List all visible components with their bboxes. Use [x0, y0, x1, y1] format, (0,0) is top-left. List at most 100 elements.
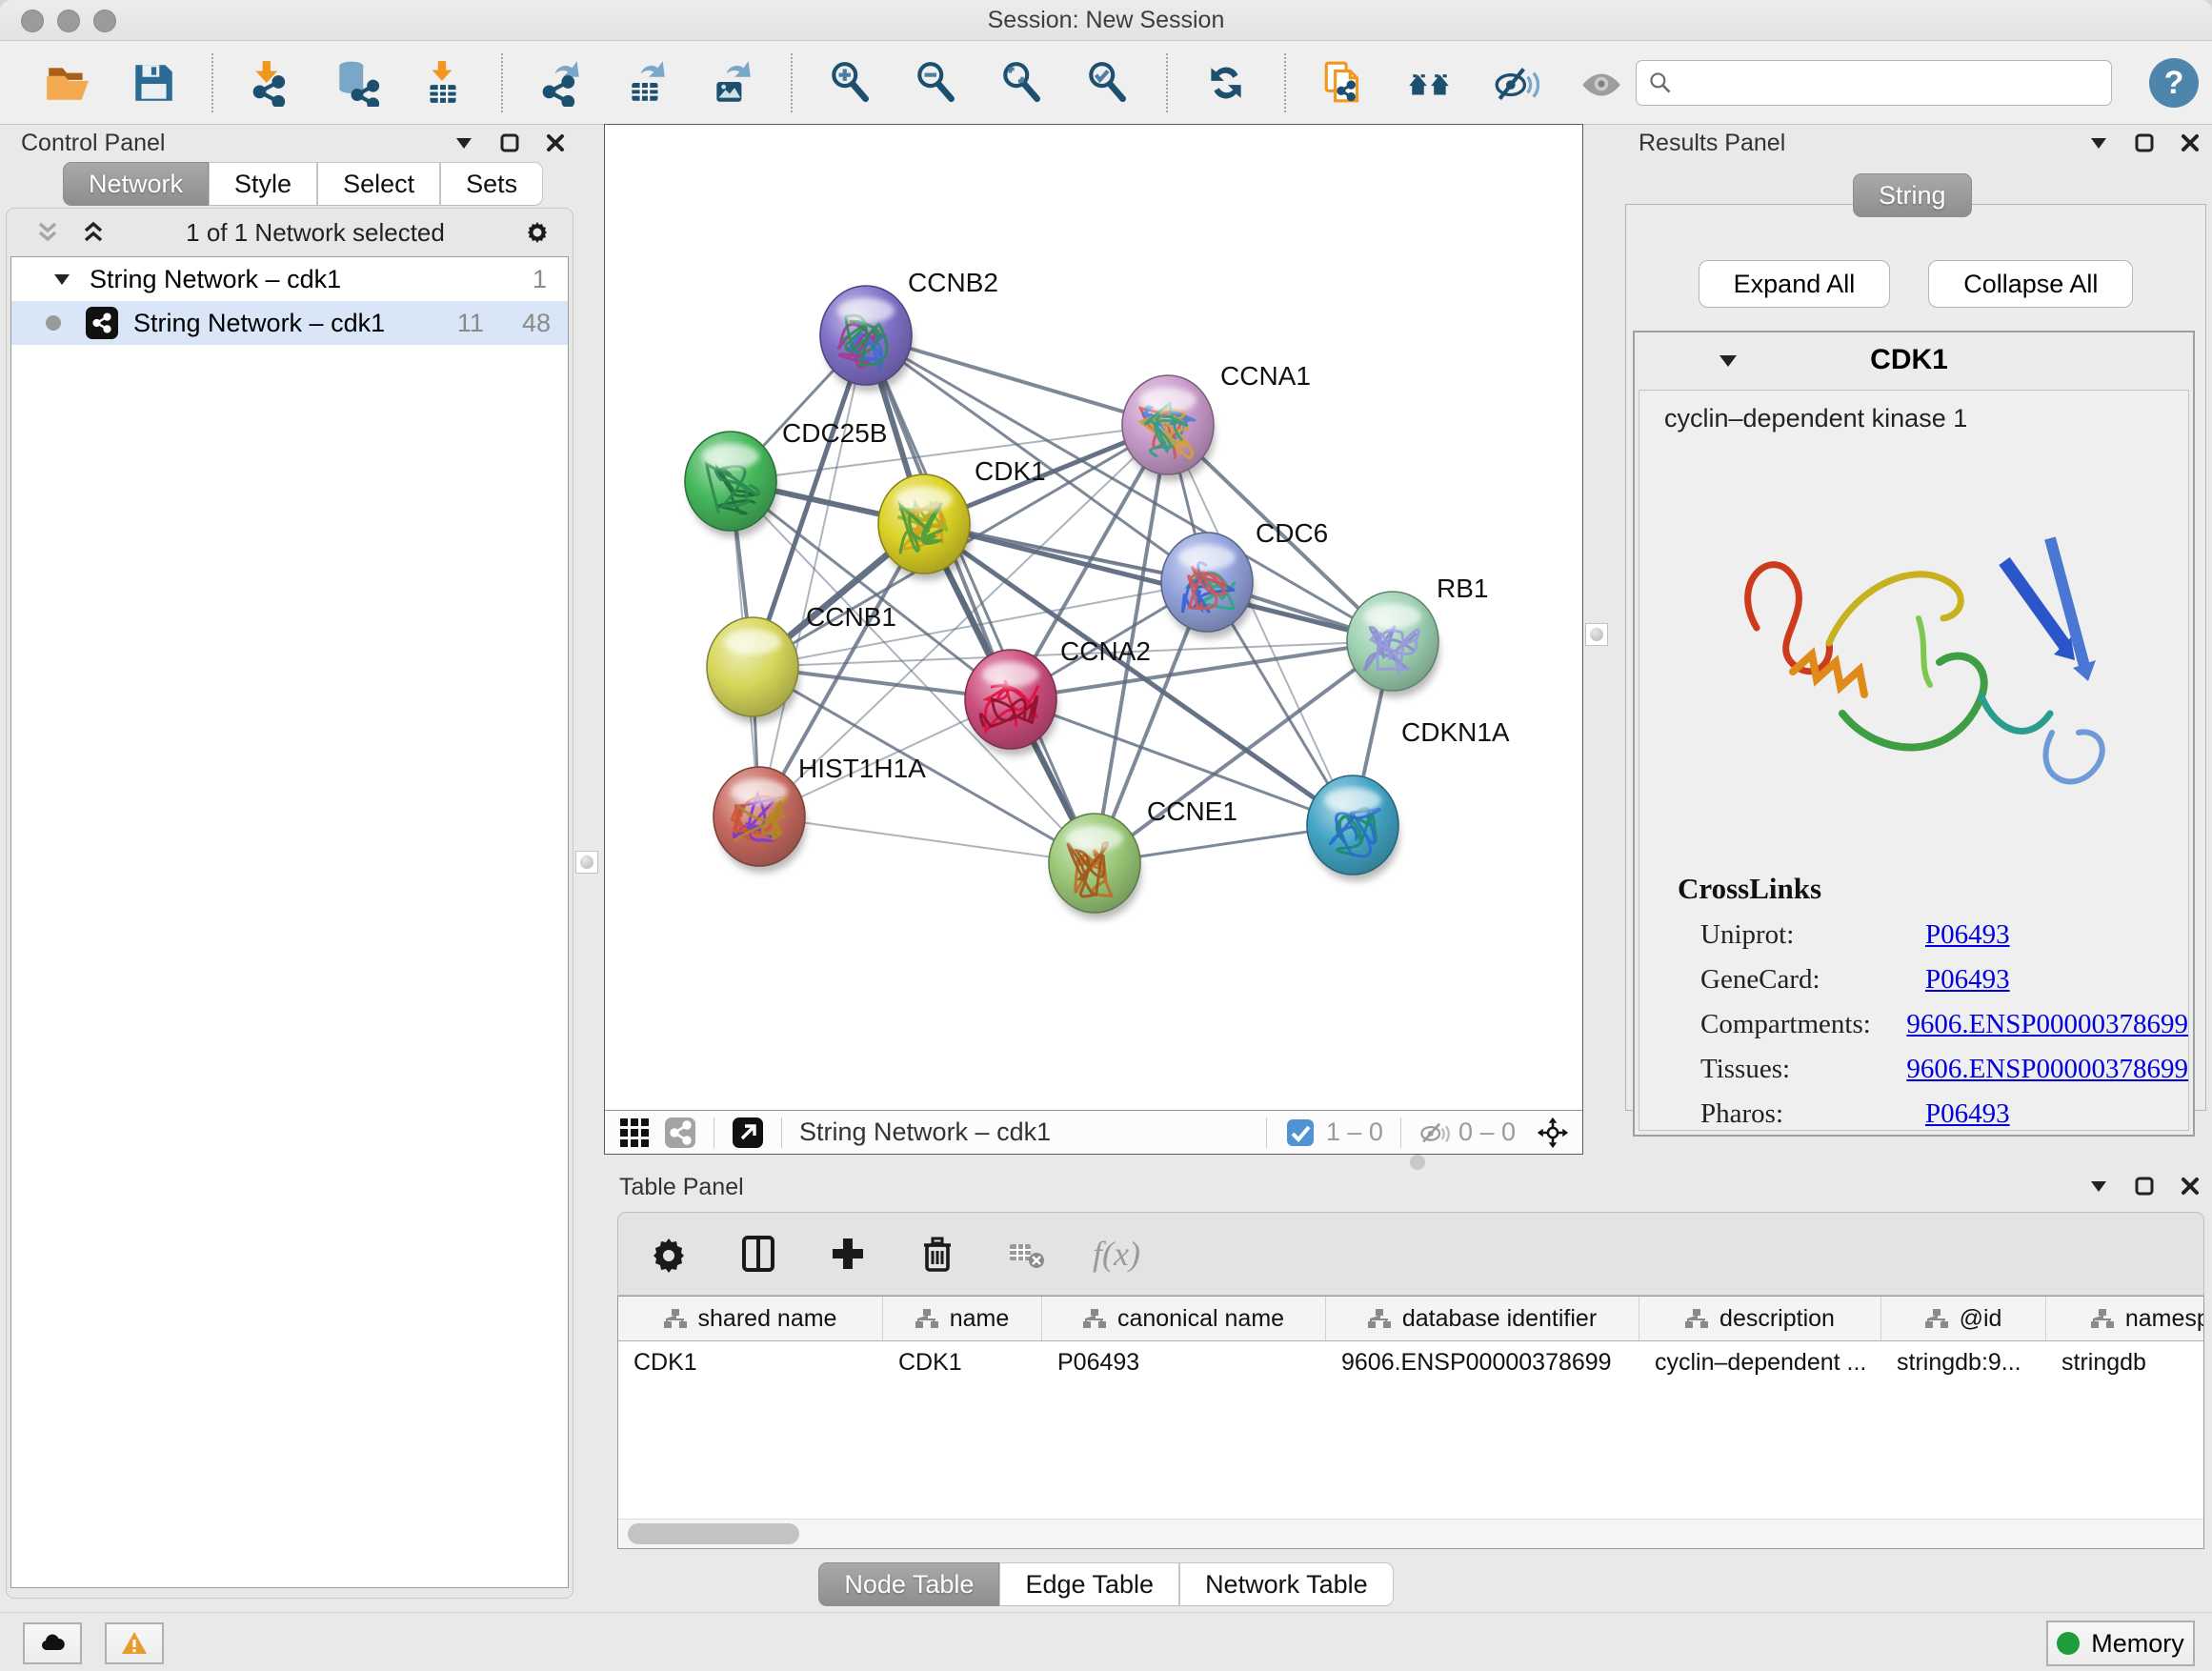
column-header-shared-name[interactable]: shared name [618, 1297, 883, 1340]
search-input[interactable] [1680, 69, 2111, 97]
tab-sets[interactable]: Sets [440, 162, 543, 206]
crosslink-link[interactable]: 9606.ENSP00000378699 [1906, 1009, 2188, 1040]
copy-network-button[interactable] [1317, 56, 1371, 110]
column-header-description[interactable]: description [1639, 1297, 1881, 1340]
network-graph[interactable]: CCNB2CCNA1CDC25BCDK1CDC6RB1CCNB1CCNA2CDK… [605, 125, 1582, 1111]
tab-style[interactable]: Style [209, 162, 317, 206]
hide-selected-button[interactable] [1489, 56, 1542, 110]
network-node-cdkn1a[interactable]: CDKN1A [1307, 717, 1510, 881]
open-session-button[interactable] [41, 56, 94, 110]
import-table-button[interactable] [416, 56, 470, 110]
column-header-namespace[interactable]: namespace [2046, 1297, 2204, 1340]
panel-close-icon[interactable] [545, 132, 566, 153]
hidden-eye-slash-icon[interactable] [1418, 1117, 1451, 1149]
table-cell[interactable]: stringdb [2046, 1341, 2204, 1383]
network-node-ccne1[interactable]: CCNE1 [1049, 796, 1237, 919]
fit-selected-crosshair-icon[interactable] [1537, 1117, 1569, 1149]
horizontal-splitter-handle[interactable] [1410, 1155, 1425, 1170]
table-cell[interactable]: stringdb:9... [1881, 1341, 2046, 1383]
table-cell[interactable]: 9606.ENSP00000378699 [1326, 1341, 1639, 1383]
tab-network[interactable]: Network [63, 162, 209, 206]
network-edge[interactable] [759, 335, 866, 816]
zoom-in-button[interactable] [824, 56, 877, 110]
column-header-name[interactable]: name [883, 1297, 1042, 1340]
first-neighbors-button[interactable] [1403, 56, 1457, 110]
network-node-cdk1[interactable]: CDK1 [878, 456, 1046, 580]
panel-menu-icon[interactable] [2088, 132, 2109, 153]
crosslink-link[interactable]: 9606.ENSP00000378699 [1906, 1054, 2188, 1085]
refresh-view-button[interactable] [1199, 56, 1253, 110]
network-edge[interactable] [759, 816, 1095, 863]
collection-collapse-caret-icon[interactable] [51, 269, 72, 290]
network-node-hist1h1a[interactable]: HIST1H1A [714, 754, 926, 873]
network-node-ccnb2[interactable]: CCNB2 [820, 268, 998, 392]
import-network-database-button[interactable] [331, 56, 384, 110]
table-cell[interactable]: CDK1 [883, 1341, 1042, 1383]
show-hidden-button[interactable] [1575, 56, 1628, 110]
selected-nodes-checkbox-icon[interactable] [1284, 1117, 1317, 1149]
collection-count: 1 [533, 265, 547, 294]
save-session-button[interactable] [127, 56, 180, 110]
create-column-plus-icon[interactable] [824, 1230, 872, 1278]
crosslink-link[interactable]: P06493 [1925, 1098, 2010, 1130]
export-network-button[interactable] [534, 56, 588, 110]
selected-count: 1 – 0 [1326, 1117, 1383, 1147]
network-edge[interactable] [866, 335, 1095, 863]
network-row[interactable]: String Network – cdk1 11 48 [11, 301, 568, 345]
crosslink-link[interactable]: P06493 [1925, 964, 2010, 996]
crosslink-label: Tissues: [1700, 1054, 1872, 1085]
network-node-rb1[interactable]: RB1 [1347, 574, 1488, 697]
network-node-ccna1[interactable]: CCNA1 [1122, 361, 1311, 481]
collapse-all-icon[interactable] [33, 218, 62, 247]
table-row[interactable]: CDK1CDK1P064939606.ENSP00000378699cyclin… [618, 1341, 2203, 1383]
delete-column-trash-icon[interactable] [914, 1230, 961, 1278]
export-image-button[interactable] [706, 56, 759, 110]
panel-float-icon[interactable] [2134, 132, 2155, 153]
panel-float-icon[interactable] [499, 132, 520, 153]
table-horizontal-scrollbar[interactable] [618, 1519, 2203, 1548]
search-field[interactable] [1636, 60, 2112, 106]
network-node-cdc25b[interactable]: CDC25B [685, 418, 887, 537]
scrollbar-thumb[interactable] [628, 1523, 799, 1544]
zoom-fit-button[interactable] [995, 56, 1049, 110]
warnings-button[interactable] [105, 1622, 164, 1664]
column-header-canonical-name[interactable]: canonical name [1042, 1297, 1326, 1340]
show-columns-icon[interactable] [734, 1230, 782, 1278]
column-header-database-identifier[interactable]: database identifier [1326, 1297, 1639, 1340]
left-splitter-handle[interactable] [575, 851, 598, 874]
panel-float-icon[interactable] [2134, 1176, 2155, 1197]
panel-menu-icon[interactable] [453, 132, 474, 153]
cloud-status-button[interactable] [23, 1622, 82, 1664]
right-splitter-handle[interactable] [1585, 623, 1608, 646]
table-cell[interactable]: P06493 [1042, 1341, 1326, 1383]
network-collection-row[interactable]: String Network – cdk1 1 [11, 257, 568, 301]
tab-string[interactable]: String [1853, 173, 1972, 217]
expand-all-button[interactable]: Expand All [1699, 260, 1891, 308]
tab-edge-table[interactable]: Edge Table [999, 1562, 1179, 1606]
tab-select[interactable]: Select [317, 162, 440, 206]
zoom-out-button[interactable] [910, 56, 963, 110]
table-settings-gear-icon[interactable] [645, 1230, 693, 1278]
table-cell[interactable]: cyclin–dependent ... [1639, 1341, 1881, 1383]
network-overview-icon[interactable] [664, 1117, 696, 1149]
help-button[interactable]: ? [2149, 58, 2199, 108]
tab-network-table[interactable]: Network Table [1179, 1562, 1394, 1606]
memory-button[interactable]: Memory [2046, 1621, 2195, 1666]
panel-close-icon[interactable] [2180, 1176, 2201, 1197]
tab-node-table[interactable]: Node Table [818, 1562, 999, 1606]
network-options-gear-icon[interactable] [523, 218, 552, 247]
export-table-button[interactable] [620, 56, 674, 110]
zoom-selected-button[interactable] [1081, 56, 1135, 110]
panel-menu-icon[interactable] [2088, 1176, 2109, 1197]
column-header--id[interactable]: @id [1881, 1297, 2046, 1340]
open-in-new-window-icon[interactable] [732, 1117, 764, 1149]
import-network-file-button[interactable] [245, 56, 298, 110]
panel-close-icon[interactable] [2180, 132, 2201, 153]
table-cell[interactable]: CDK1 [618, 1341, 883, 1383]
gene-collapse-caret-icon[interactable] [1717, 349, 1739, 372]
birdseye-grid-icon[interactable] [618, 1117, 651, 1149]
expand-all-icon[interactable] [79, 218, 108, 247]
network-canvas[interactable]: CCNB2CCNA1CDC25BCDK1CDC6RB1CCNB1CCNA2CDK… [604, 124, 1583, 1155]
crosslink-link[interactable]: P06493 [1925, 919, 2010, 951]
collapse-all-button[interactable]: Collapse All [1928, 260, 2133, 308]
